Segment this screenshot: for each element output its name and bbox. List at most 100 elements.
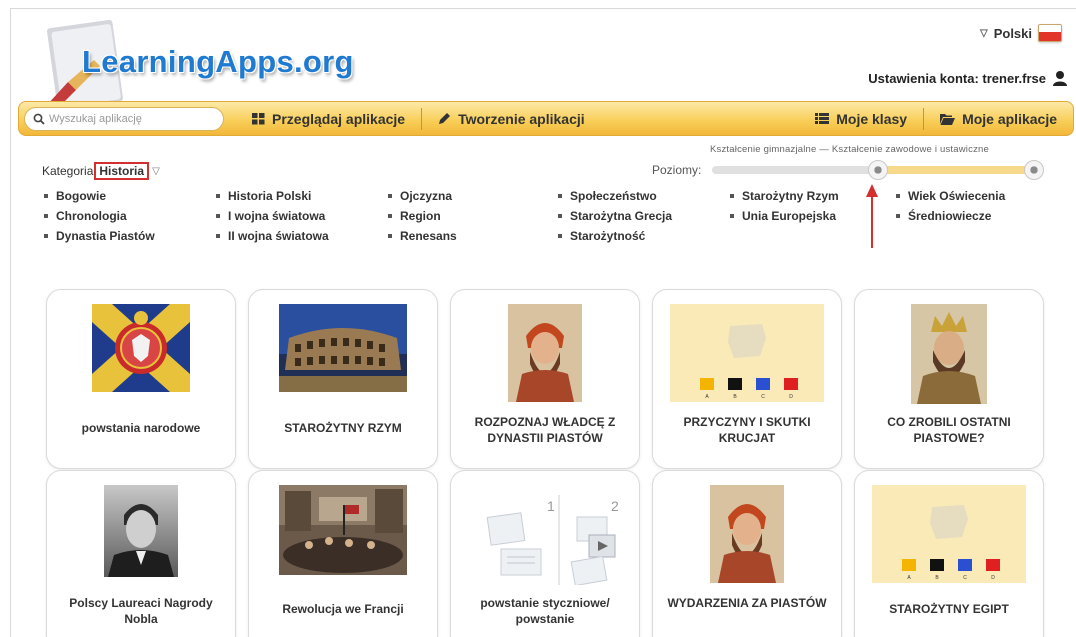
bullet-icon — [388, 194, 392, 198]
bullet-icon — [44, 214, 48, 218]
square-label: D — [991, 575, 995, 581]
king-portrait-thumbnail — [710, 485, 784, 583]
square-label: D — [789, 394, 793, 400]
topic-link[interactable]: Chronologia — [44, 209, 127, 223]
app-title: WYDARZENIA ZA PIASTÓW — [667, 596, 827, 610]
app-template-placeholder-thumbnail: 1 2 — [486, 495, 619, 585]
bullet-icon — [44, 194, 48, 198]
levels-label: Poziomy: — [652, 163, 702, 177]
topic-link[interactable]: Wiek Oświecenia — [896, 189, 1005, 203]
account-label: Ustawienia konta: trener.frse — [868, 70, 1046, 86]
military-flag-eagle-thumbnail — [92, 304, 190, 392]
topic-label: Region — [400, 209, 441, 223]
topic-label: Starożytność — [570, 229, 646, 243]
nav-browse-apps[interactable]: Przeglądaj aplikacje — [236, 102, 421, 135]
nav-my-apps[interactable]: Moje aplikacje — [924, 102, 1073, 135]
topic-link[interactable]: Średniowiecze — [896, 209, 991, 223]
app-card[interactable]: Polscy Laureaci Nagrody Nobla — [46, 470, 236, 637]
red-arrow-annotation-icon — [866, 184, 878, 248]
poland-flag-icon — [1038, 24, 1062, 42]
topic-link[interactable]: Ojczyzna — [388, 189, 452, 203]
topic-label: Starożytny Rzym — [742, 189, 839, 203]
levels-slider-max-handle[interactable] — [1024, 160, 1044, 180]
app-title: Polscy Laureaci Nagrody Nobla — [69, 596, 213, 626]
dropdown-triangle-icon[interactable]: ▽ — [152, 166, 160, 177]
app-title: PRZYCZYNY I SKUTKI KRUCJAT — [683, 415, 811, 445]
topic-label: Ojczyzna — [400, 189, 453, 203]
search-icon — [33, 113, 45, 125]
levels-slider-track[interactable] — [712, 160, 1044, 180]
bullet-icon — [388, 214, 392, 218]
app-title: ROZPOZNAJ WŁADCĘ Z DYNASTII PIASTÓW — [474, 415, 616, 445]
bullet-icon — [558, 234, 562, 238]
account-settings-link[interactable]: Ustawienia konta: trener.frse — [868, 70, 1068, 86]
bullet-icon — [558, 194, 562, 198]
category-filter[interactable]: Kategoria Historia ▽ — [42, 162, 160, 180]
topic-label: II wojna światowa — [228, 229, 329, 243]
topic-link[interactable]: Historia Polski — [216, 189, 311, 203]
grid-icon — [252, 112, 265, 124]
nav-browse-label: Przeglądaj aplikacje — [272, 110, 406, 127]
topic-link[interactable]: Bogowie — [44, 189, 106, 203]
app-card[interactable]: CO ZROBILI OSTATNI PIASTOWE? — [854, 289, 1044, 469]
topic-link[interactable]: I wojna światowa — [216, 209, 325, 223]
app-card[interactable]: A B C D STAROŻYTNY EGIPT — [854, 470, 1044, 637]
king-portrait-thumbnail — [508, 304, 582, 402]
pencil-icon — [439, 113, 451, 124]
topic-link[interactable]: Starożytna Grecja — [558, 209, 672, 223]
revolution-painting-thumbnail — [279, 485, 407, 575]
bullet-icon — [558, 214, 562, 218]
topic-label: Renesans — [400, 229, 457, 243]
main-nav-bar: Przeglądaj aplikacje Tworzenie aplikacji… — [18, 101, 1074, 136]
search-input[interactable] — [49, 112, 209, 125]
topic-label: Unia Europejska — [742, 209, 837, 223]
levels-range-text: Kształcenie gimnazjalne — Kształcenie za… — [710, 144, 989, 155]
template-number: 1 — [547, 498, 555, 514]
topic-label: I wojna światowa — [228, 209, 326, 223]
topic-link[interactable]: Starożytność — [558, 229, 645, 243]
category-selected-value[interactable]: Historia — [94, 162, 150, 180]
topic-link[interactable]: Dynastia Piastów — [44, 229, 155, 243]
site-logo[interactable]: LearningApps.org — [38, 14, 378, 112]
nav-classes-label: Moje klasy — [836, 110, 908, 127]
topic-link[interactable]: Unia Europejska — [730, 209, 836, 223]
app-card[interactable]: WYDARZENIA ZA PIASTÓW — [652, 470, 842, 637]
nav-my-classes[interactable]: Moje klasy — [799, 102, 923, 135]
app-title: powstania narodowe — [81, 421, 201, 435]
square-label: C — [963, 575, 967, 581]
topic-link[interactable]: Starożytny Rzym — [730, 189, 839, 203]
topic-link[interactable]: II wojna światowa — [216, 229, 329, 243]
topic-label: Dynastia Piastów — [56, 229, 155, 243]
bullet-icon — [216, 194, 220, 198]
app-card[interactable]: A B C D PRZYCZYNY I SKUTKI KRUCJAT — [652, 289, 842, 469]
topic-label: Wiek Oświecenia — [908, 189, 1006, 203]
search-box[interactable] — [24, 106, 224, 131]
app-card[interactable]: Rewolucja we Francji — [248, 470, 438, 637]
topic-label: Historia Polski — [228, 189, 312, 203]
bullet-icon — [216, 214, 220, 218]
app-card[interactable]: 1 2 powstanie styczniowe/ powstanie — [450, 470, 640, 637]
user-icon — [1053, 71, 1067, 86]
bullet-icon — [896, 194, 900, 198]
topic-label: Starożytna Grecja — [570, 209, 673, 223]
topic-link[interactable]: Renesans — [388, 229, 457, 243]
bullet-icon — [730, 214, 734, 218]
app-card[interactable]: ROZPOZNAJ WŁADCĘ Z DYNASTII PIASTÓW — [450, 289, 640, 469]
topic-link[interactable]: Region — [388, 209, 441, 223]
topic-link[interactable]: Społeczeństwo — [558, 189, 657, 203]
levels-slider-range — [878, 166, 1042, 174]
category-label: Kategoria — [42, 164, 94, 178]
app-card[interactable]: powstania narodowe — [46, 289, 236, 469]
levels-slider-min-handle[interactable] — [868, 160, 888, 180]
topic-label: Chronologia — [56, 209, 127, 223]
bullet-icon — [388, 234, 392, 238]
folder-open-icon — [940, 113, 956, 125]
topic-label: Średniowiecze — [908, 209, 992, 223]
logo-text: LearningApps.org — [82, 44, 354, 79]
app-card[interactable]: STAROŻYTNY RZYM — [248, 289, 438, 469]
language-selector[interactable]: ▽ Polski — [980, 24, 1062, 42]
crowned-king-portrait-thumbnail — [911, 304, 987, 404]
colosseum-thumbnail — [279, 304, 407, 392]
nav-create-app[interactable]: Tworzenie aplikacji — [422, 102, 601, 135]
app-title: STAROŻYTNY RZYM — [284, 421, 402, 435]
